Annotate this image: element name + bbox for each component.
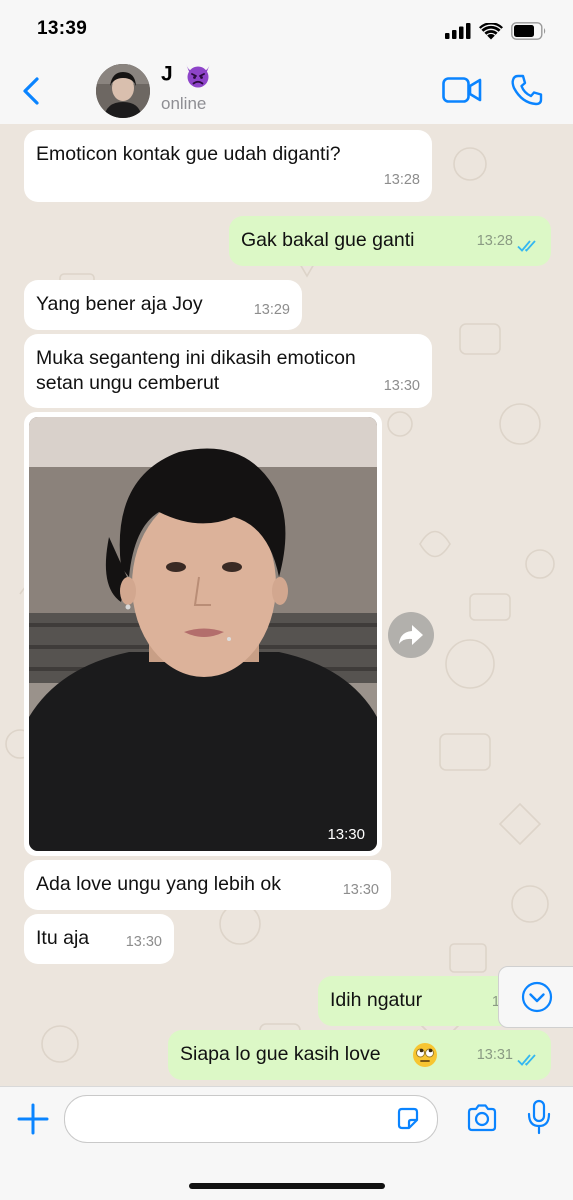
message-input[interactable] xyxy=(81,1104,385,1134)
plus-icon[interactable] xyxy=(16,1102,50,1136)
message-text: Yang bener aja Joy xyxy=(36,293,203,315)
forward-arrow-icon xyxy=(399,625,423,645)
contact-name[interactable]: J xyxy=(161,62,213,88)
whatsapp-chat-screen: 13:39 J online Emoticon kontak gue udah … xyxy=(0,0,573,1200)
photo[interactable]: 13:30 xyxy=(29,417,377,851)
chat-area[interactable]: Emoticon kontak gue udah diganti? 13:28 … xyxy=(0,124,573,1086)
cellular-signal-icon xyxy=(445,23,471,39)
selfie-image xyxy=(29,417,377,851)
contact-avatar[interactable] xyxy=(96,64,150,118)
message-time: 13:30 xyxy=(383,378,420,394)
phone-call-icon[interactable] xyxy=(510,73,544,107)
message-input-bar xyxy=(0,1086,573,1200)
message-time: 13:30 xyxy=(342,882,379,898)
outgoing-message[interactable]: Gak bakal gue ganti 13:28 xyxy=(229,216,551,266)
read-receipt-icon xyxy=(517,1054,536,1066)
photo-message[interactable]: 13:30 xyxy=(24,412,382,856)
scroll-to-bottom-button[interactable] xyxy=(498,966,573,1028)
wifi-icon xyxy=(479,22,503,39)
avatar-photo xyxy=(96,64,150,118)
read-receipt-icon xyxy=(517,240,536,252)
incoming-message[interactable]: Itu aja 13:30 xyxy=(24,914,174,964)
message-text: Emoticon kontak gue udah diganti? xyxy=(36,143,341,165)
message-text-line-1: Muka seganteng ini dikasih emoticon xyxy=(36,347,356,369)
contact-status: online xyxy=(161,94,207,113)
message-text-line-2: setan ungu cemberut xyxy=(36,372,220,394)
message-text: Ada love ungu yang lebih ok xyxy=(36,873,282,895)
status-bar: 13:39 xyxy=(0,0,573,58)
incoming-message[interactable]: Emoticon kontak gue udah diganti? 13:28 xyxy=(24,130,432,202)
home-indicator[interactable] xyxy=(189,1183,385,1189)
chat-header: J online xyxy=(0,58,573,125)
message-field[interactable] xyxy=(64,1095,438,1143)
forward-button[interactable] xyxy=(388,612,434,658)
message-time: 13:28 xyxy=(383,172,420,188)
message-time: 13:28 xyxy=(476,233,513,249)
eye-roll-emoji-icon xyxy=(413,1043,437,1067)
camera-icon[interactable] xyxy=(466,1103,498,1133)
photo-time: 13:30 xyxy=(327,826,365,843)
video-call-icon[interactable] xyxy=(442,76,482,104)
message-text: Idih ngatur xyxy=(330,989,423,1011)
outgoing-message[interactable]: Siapa lo gue kasih love 13:31 xyxy=(168,1030,551,1080)
microphone-icon[interactable] xyxy=(526,1099,552,1135)
purple-devil-emoji-icon xyxy=(185,64,210,88)
contact-name-text: J xyxy=(161,62,173,86)
message-time: 13:29 xyxy=(253,302,290,318)
incoming-message[interactable]: Ada love ungu yang lebih ok 13:30 xyxy=(24,860,391,910)
message-text: Siapa lo gue kasih love xyxy=(180,1043,381,1065)
status-icons xyxy=(445,20,547,42)
message-text: Gak bakal gue ganti xyxy=(241,229,415,251)
back-chevron-icon[interactable] xyxy=(18,72,48,110)
incoming-message[interactable]: Muka seganteng ini dikasih emoticon seta… xyxy=(24,334,432,408)
sticker-icon[interactable] xyxy=(395,1106,421,1132)
message-time: 13:31 xyxy=(476,1047,513,1063)
message-text: Itu aja xyxy=(36,927,90,949)
chevron-down-icon xyxy=(521,981,553,1013)
status-time: 13:39 xyxy=(37,18,88,39)
battery-icon xyxy=(511,22,546,40)
incoming-message[interactable]: Yang bener aja Joy 13:29 xyxy=(24,280,302,330)
message-time: 13:30 xyxy=(125,934,162,950)
